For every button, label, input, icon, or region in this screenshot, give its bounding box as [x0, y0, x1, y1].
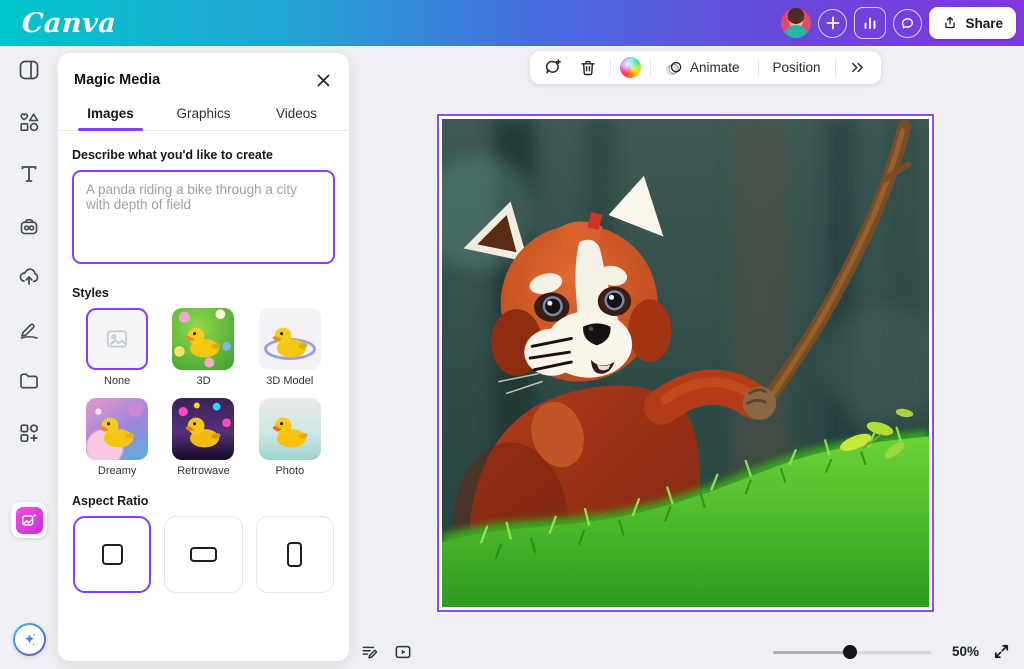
more-tools-button[interactable] — [845, 55, 871, 81]
animate-icon — [666, 61, 682, 75]
style-option-none[interactable]: None — [78, 308, 156, 387]
style-option-3d[interactable]: 3D — [164, 308, 242, 387]
duck-illustration — [272, 327, 308, 358]
toolbar-divider — [834, 58, 836, 77]
prompt-label: Describe what you'd like to create — [72, 148, 273, 162]
duck-illustration — [99, 417, 135, 448]
insights-chart-icon — [865, 17, 876, 29]
avatar[interactable] — [781, 8, 812, 38]
aspect-option-square[interactable] — [73, 516, 152, 593]
style-option-retrowave[interactable]: Retrowave — [164, 398, 242, 477]
top-bar: Canva Share — [0, 0, 1024, 46]
double-chevron-right-icon — [852, 62, 863, 73]
style-option-dreamy[interactable]: Dreamy — [78, 398, 156, 477]
apps-icon — [20, 424, 39, 443]
sidebar-item-projects[interactable] — [17, 369, 41, 393]
sidebar-item-text[interactable] — [17, 162, 41, 186]
portrait-ratio-icon — [287, 542, 303, 567]
style-thumb-dreamy[interactable] — [86, 398, 149, 460]
toolbar-divider — [650, 58, 651, 77]
styles-label: Styles — [72, 286, 109, 300]
red-panda-image — [442, 119, 929, 607]
image-placeholder-icon — [107, 330, 128, 348]
comments-icon — [902, 17, 914, 28]
share-button[interactable]: Share — [929, 7, 1016, 39]
canva-logo[interactable]: Canva — [21, 8, 117, 39]
position-button[interactable]: Position — [768, 60, 826, 75]
sidebar — [0, 46, 58, 669]
canva-assistant-button[interactable] — [13, 623, 46, 656]
text-icon — [21, 166, 37, 182]
sidebar-item-magic-media-active[interactable] — [11, 502, 47, 538]
add-comment-icon — [545, 59, 561, 74]
landscape-ratio-icon — [189, 547, 217, 562]
tab-videos[interactable]: Videos — [250, 100, 343, 130]
aspect-option-portrait[interactable] — [255, 516, 334, 593]
sidebar-item-apps[interactable] — [17, 421, 41, 445]
color-wheel-button[interactable] — [620, 57, 641, 78]
zoom-controls: 50% — [773, 643, 1010, 660]
style-thumb-none[interactable] — [86, 308, 149, 370]
aspect-ratio-row — [72, 516, 335, 593]
duck-illustration — [186, 327, 222, 358]
sidebar-item-design[interactable] — [17, 58, 41, 82]
panel-tabs: Images Graphics Videos — [58, 100, 349, 131]
style-thumb-photo[interactable] — [258, 398, 321, 460]
delete-button[interactable] — [575, 55, 601, 81]
animate-label: Animate — [690, 60, 740, 75]
draw-pen-icon — [20, 323, 38, 339]
aspect-option-landscape[interactable] — [164, 516, 243, 593]
duck-illustration — [272, 417, 308, 448]
sidebar-item-elements[interactable] — [17, 110, 41, 134]
projects-folder-icon — [20, 373, 38, 389]
plus-icon — [826, 16, 840, 30]
canvas-selected-image[interactable] — [437, 114, 934, 612]
magic-media-icon — [21, 512, 37, 526]
sparkle-icon — [24, 633, 36, 646]
style-option-3d-model[interactable]: 3D Model — [251, 308, 329, 387]
add-member-button[interactable] — [818, 8, 848, 38]
panel-title: Magic Media — [74, 72, 161, 88]
animate-button[interactable]: Animate — [660, 58, 749, 78]
tab-images[interactable]: Images — [64, 100, 157, 131]
close-panel-button[interactable] — [311, 68, 335, 92]
magic-media-panel: Magic Media Images Graphics Videos Descr… — [58, 53, 349, 661]
style-option-photo[interactable]: Photo — [251, 398, 329, 477]
toolbar-divider — [757, 58, 759, 77]
comments-button[interactable] — [893, 8, 923, 38]
fullscreen-icon[interactable] — [993, 643, 1010, 660]
share-label: Share — [965, 15, 1003, 31]
canva-app: Canva Share Magic Media Images Graphics … — [0, 0, 1024, 669]
sidebar-item-draw[interactable] — [17, 317, 41, 341]
notes-icon[interactable] — [360, 642, 380, 662]
zoom-slider[interactable] — [773, 644, 931, 659]
trash-icon — [581, 60, 595, 75]
tab-graphics[interactable]: Graphics — [157, 100, 250, 130]
close-icon — [317, 74, 329, 86]
selection-toolbar: Animate Position — [530, 51, 881, 84]
prompt-input[interactable] — [72, 170, 335, 264]
sidebar-item-brand[interactable] — [17, 214, 41, 238]
style-thumb-3d[interactable] — [172, 308, 235, 370]
style-thumb-3d-model[interactable] — [258, 308, 321, 370]
toolbar-divider — [610, 58, 611, 77]
share-upload-icon — [945, 16, 956, 29]
insights-button[interactable] — [854, 7, 887, 39]
zoom-level[interactable]: 50% — [945, 644, 979, 659]
zoom-slider-knob[interactable] — [843, 644, 858, 659]
design-icon — [19, 60, 39, 80]
add-comment-button[interactable] — [540, 55, 566, 81]
styles-grid: None 3D 3D Model Dreamy Retrowave Photo — [72, 308, 335, 477]
uploads-cloud-icon — [19, 268, 39, 285]
aspect-ratio-label: Aspect Ratio — [72, 494, 149, 508]
elements-icon — [20, 113, 39, 132]
duck-illustration — [186, 417, 222, 448]
brand-icon — [20, 218, 38, 235]
sidebar-item-uploads[interactable] — [17, 265, 41, 289]
present-icon[interactable] — [393, 642, 413, 662]
page-tools — [360, 642, 413, 662]
style-thumb-retrowave[interactable] — [172, 398, 235, 460]
square-ratio-icon — [101, 544, 123, 565]
